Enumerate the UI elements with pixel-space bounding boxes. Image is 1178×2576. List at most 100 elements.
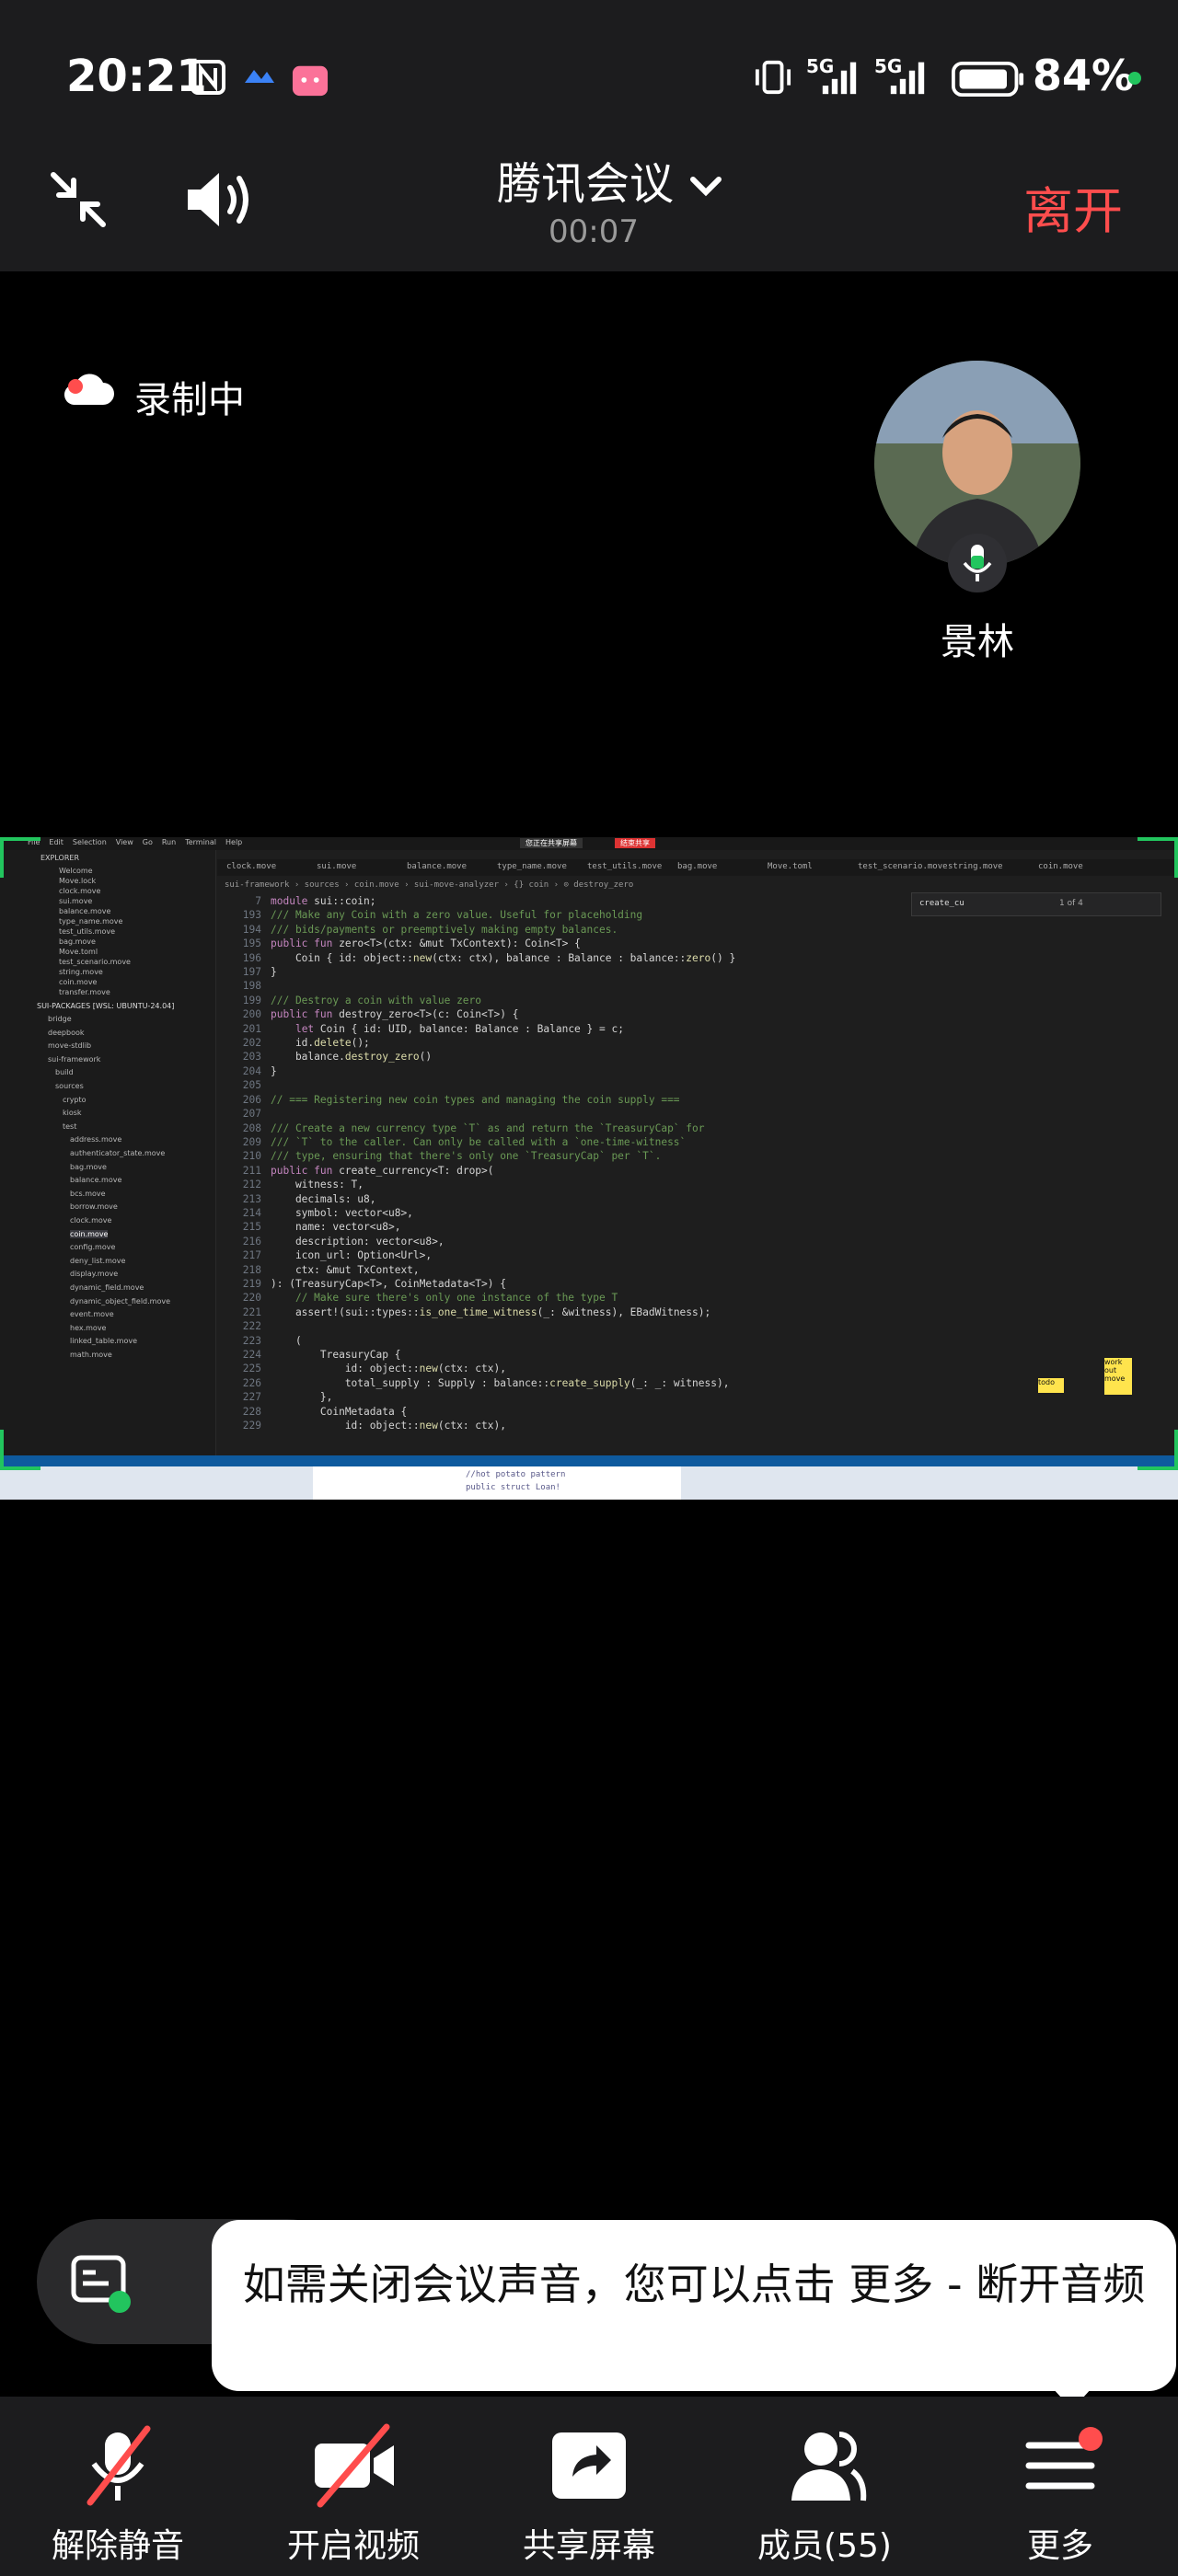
package-tree-item[interactable]: hex.move <box>70 1324 106 1332</box>
menu-item[interactable]: Run <box>162 838 176 846</box>
meeting-title[interactable]: 腾讯会议 <box>497 147 724 212</box>
unmute-button[interactable]: 解除静音 <box>26 2420 210 2565</box>
package-tree-item[interactable]: authenticator_state.move <box>70 1149 165 1157</box>
editor-tabs: clock.move sui.move balance.move type_name.… <box>217 859 1178 876</box>
package-tree-item[interactable]: borrow.move <box>70 1202 118 1211</box>
line-number: 218 <box>242 1263 261 1276</box>
line-number: 201 <box>242 1022 261 1035</box>
start-video-button[interactable]: 开启视频 <box>261 2420 445 2565</box>
open-editor-item[interactable]: transfer.move <box>59 988 110 996</box>
package-tree-item[interactable]: balance.move <box>70 1176 121 1184</box>
menu-list: File Edit Selection View Go Run Terminal Help <box>28 838 242 846</box>
sticky-note-work[interactable]: work out move <box>1104 1358 1132 1395</box>
code-line: 194 /// bids/payments or preemptively mak… <box>230 923 1169 937</box>
line-number: 219 <box>242 1277 261 1290</box>
package-tree-item[interactable]: dynamic_object_field.move <box>70 1297 170 1305</box>
caption-icon[interactable] <box>68 2250 134 2317</box>
line-number: 207 <box>242 1108 261 1121</box>
line-text: description: vector<u8>, <box>271 1235 445 1248</box>
open-editor-item[interactable]: string.move <box>59 968 103 976</box>
editor-tab[interactable]: Move.toml <box>768 862 813 871</box>
code-line: 7 module sui::coin; <box>230 894 1169 908</box>
code-line: 199 /// Destroy a coin with value zero <box>230 994 1169 1007</box>
shared-screen[interactable]: File Edit Selection View Go Run Terminal Help 您… <box>0 837 1178 1500</box>
open-editor-item[interactable]: coin.move <box>59 978 97 986</box>
package-tree-item[interactable]: test <box>63 1122 76 1131</box>
editor-tab[interactable]: type_name.move <box>497 862 567 871</box>
menu-item[interactable]: Terminal <box>185 838 216 846</box>
open-editor-item[interactable]: sui.move <box>59 897 92 905</box>
package-tree-item[interactable]: sources <box>55 1082 84 1090</box>
editor-tab[interactable]: balance.move <box>407 862 467 871</box>
members-button[interactable]: 成员(55) <box>733 2420 917 2565</box>
mic-active-icon <box>963 545 992 581</box>
package-tree-item[interactable]: deny_list.move <box>70 1257 125 1265</box>
open-editor-item[interactable]: clock.move <box>59 887 100 895</box>
package-tree-item[interactable]: address.move <box>70 1135 121 1144</box>
open-editor-item[interactable]: test_utils.move <box>59 927 115 936</box>
open-editor-item[interactable]: Move.toml <box>59 948 98 956</box>
package-tree-item[interactable]: crypto <box>63 1096 87 1104</box>
line-number: 216 <box>242 1235 261 1248</box>
menu-item[interactable]: Go <box>143 838 153 846</box>
code-line: 204} <box>230 1064 1169 1078</box>
code-editor[interactable]: 7 module sui::coin; 193 /// Make any Coin w… <box>230 894 1169 1432</box>
line-text: } <box>271 1064 277 1077</box>
line-number: 195 <box>242 937 261 950</box>
package-tree-item[interactable]: bag.move <box>70 1163 107 1171</box>
open-editor-item[interactable]: Move.lock <box>59 877 96 885</box>
package-tree-item[interactable]: display.move <box>70 1270 118 1278</box>
line-text: id: object::new(ctx: ctx), <box>271 1363 506 1375</box>
package-tree-item[interactable]: move-stdlib <box>48 1041 91 1050</box>
menu-item[interactable]: Help <box>225 838 242 846</box>
open-editor-item[interactable]: test_scenario.move <box>59 958 131 966</box>
speaker-mic-badge <box>948 534 1007 592</box>
package-tree-item[interactable]: bridge <box>48 1015 72 1023</box>
stop-sharing-button[interactable]: 结束共享 <box>615 838 655 848</box>
package-tree-item[interactable]: dynamic_field.move <box>70 1283 144 1292</box>
package-tree-item[interactable]: config.move <box>70 1243 115 1251</box>
line-text: // Make sure there's only one instance o… <box>271 1292 618 1305</box>
package-tree-item[interactable]: coin.move <box>70 1229 109 1238</box>
line-number: 220 <box>242 1292 261 1305</box>
speaker-icon[interactable] <box>184 167 258 232</box>
package-tree-item[interactable]: event.move <box>70 1310 114 1318</box>
code-line: 193 /// Make any Coin with a zero value. … <box>230 908 1169 922</box>
package-tree-item[interactable]: linked_table.move <box>70 1337 137 1345</box>
editor-tab[interactable]: test_utils.move <box>587 862 662 871</box>
package-tree-item[interactable]: kiosk <box>63 1109 82 1117</box>
code-line: 213 decimals: u8, <box>230 1192 1169 1206</box>
editor-tab[interactable]: coin.move <box>1038 862 1083 871</box>
package-tree-item[interactable]: math.move <box>70 1351 112 1359</box>
open-editor-item[interactable]: type_name.move <box>59 917 122 926</box>
editor-tab[interactable]: sui.move <box>317 862 356 871</box>
unmute-label: 解除静音 <box>51 2527 184 2565</box>
leave-button[interactable]: 离开 <box>1023 170 1123 243</box>
packages-title[interactable]: SUI-PACKAGES [WSL: UBUNTU-24.04] <box>37 1002 174 1010</box>
more-button[interactable]: 更多 <box>968 2420 1152 2565</box>
share-border-tl <box>0 837 40 878</box>
package-tree-item[interactable]: deepbook <box>48 1029 85 1037</box>
package-tree-item[interactable]: sui-framework <box>48 1055 100 1064</box>
line-number: 193 <box>242 909 261 922</box>
package-tree-item[interactable]: clock.move <box>70 1216 111 1225</box>
open-editor-item[interactable]: bag.move <box>59 937 96 946</box>
editor-tab[interactable]: bag.move <box>677 862 717 871</box>
open-editor-item[interactable]: Welcome <box>59 867 93 875</box>
package-tree-item[interactable]: bcs.move <box>70 1190 106 1198</box>
menu-item[interactable]: View <box>116 838 133 846</box>
menu-item[interactable]: Edit <box>49 838 64 846</box>
explorer-title: EXPLORER <box>40 854 79 862</box>
minimize-icon[interactable] <box>46 167 110 232</box>
sticky-note-todo[interactable]: todo <box>1038 1378 1064 1393</box>
open-editor-item[interactable]: balance.move <box>59 907 110 915</box>
editor-tab[interactable]: string.move <box>948 862 1003 871</box>
menu-item[interactable]: Selection <box>73 838 107 846</box>
share-border-br <box>1138 1430 1178 1470</box>
share-screen-button[interactable]: 共享屏幕 <box>497 2420 681 2565</box>
line-number: 7 <box>255 895 261 907</box>
code-line: 208 /// Create a new currency type `T` as… <box>230 1121 1169 1135</box>
editor-tab[interactable]: clock.move <box>226 862 276 871</box>
package-tree-item[interactable]: build <box>55 1068 74 1076</box>
editor-tab[interactable]: test_scenario.move <box>858 862 948 871</box>
